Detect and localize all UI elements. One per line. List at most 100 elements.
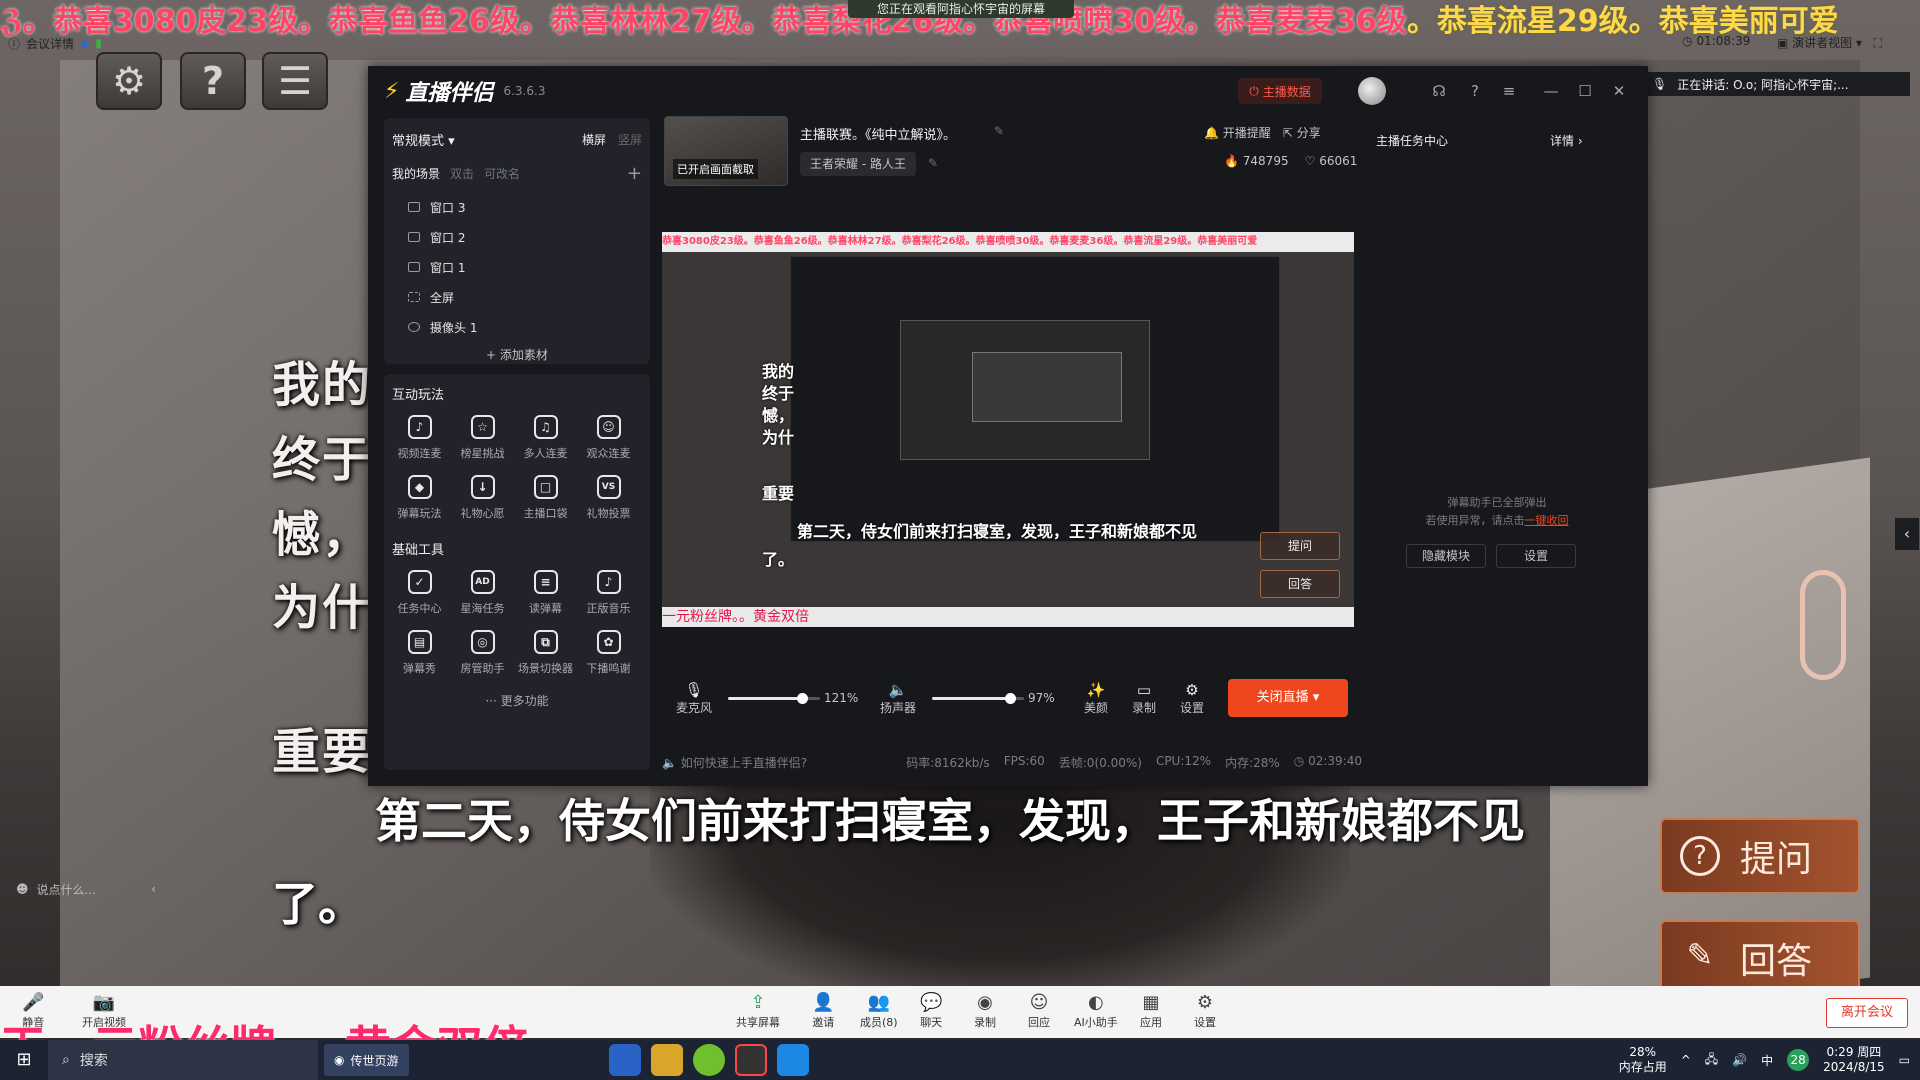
func-read-danmu[interactable]: ≡ 读弹幕: [514, 570, 577, 616]
func-gift-vote[interactable]: VS 礼物投票: [577, 475, 640, 521]
gear-icon: ⚙: [1196, 992, 1214, 1013]
func-rank-challenge[interactable]: ☆ 榜星挑战: [451, 415, 514, 461]
question-icon[interactable]: ?: [180, 52, 246, 110]
record-meeting-button[interactable]: ◉ 录制: [974, 992, 996, 1030]
func-gift-wish[interactable]: ↓ 礼物心愿: [451, 475, 514, 521]
share-screen-button[interactable]: ⇪ 共享屏幕: [736, 992, 780, 1030]
edit-icon[interactable]: ✎: [994, 124, 1004, 138]
scene-item[interactable]: 全屏: [408, 282, 650, 312]
danmu-settings-button[interactable]: 设置: [1496, 544, 1576, 568]
func-music[interactable]: ♪ 正版音乐: [577, 570, 640, 616]
record-button[interactable]: ▭ 录制: [1120, 681, 1168, 716]
scene-item[interactable]: 窗口 3: [408, 192, 650, 222]
avatar[interactable]: [1358, 77, 1386, 105]
taskbar-app-chuanshi[interactable]: ◉ 传世页游: [324, 1044, 409, 1076]
category-tag[interactable]: 王者荣耀 - 路人王: [800, 152, 916, 176]
settings-button[interactable]: ⚙ 设置: [1168, 681, 1216, 716]
func-host-pocket[interactable]: □ 主播口袋: [514, 475, 577, 521]
taskbar-app-icon[interactable]: [692, 1044, 725, 1076]
beauty-button[interactable]: ✨ 美颜: [1072, 681, 1120, 716]
ask-button[interactable]: ? 提问: [1660, 818, 1860, 894]
add-scene-icon[interactable]: +: [627, 163, 642, 184]
mic-control[interactable]: 🎙 麦克风: [664, 681, 724, 716]
start-remind-button[interactable]: 🔔 开播提醒: [1204, 124, 1271, 141]
taskbar-app-icon[interactable]: [776, 1044, 809, 1076]
func-audience-link[interactable]: ☺ 观众连麦: [577, 415, 640, 461]
more-functions-button[interactable]: ··· 更多功能: [384, 676, 650, 709]
portrait-toggle[interactable]: 竖屏: [618, 131, 642, 148]
edit-icon[interactable]: ✎: [928, 156, 938, 170]
func-video-link[interactable]: ♪ 视频连麦: [388, 415, 451, 461]
func-scene-switcher[interactable]: ⧉ 场景切换器: [514, 630, 577, 676]
meeting-details[interactable]: ⓘ 会议详情 ◆ ▮: [0, 32, 102, 54]
help-icon[interactable]: ?: [1464, 80, 1486, 102]
volume-icon[interactable]: 🔊: [1732, 1053, 1747, 1067]
mode-dropdown[interactable]: 常规模式 ▾: [392, 130, 570, 149]
minimize-icon[interactable]: —: [1540, 80, 1562, 102]
windows-start-icon[interactable]: ⊞: [0, 1040, 48, 1080]
expand-arrow-icon[interactable]: ‹: [1895, 518, 1919, 550]
cover-thumbnail[interactable]: 已开启画面截取: [664, 116, 788, 186]
meeting-settings-button[interactable]: ⚙ 设置: [1194, 992, 1216, 1030]
func-thanks[interactable]: ✿ 下播鸣谢: [577, 630, 640, 676]
answer-button[interactable]: ✎ 回答: [1660, 920, 1860, 996]
mic-volume-slider[interactable]: [728, 692, 820, 704]
close-icon[interactable]: ✕: [1608, 80, 1630, 102]
apps-button[interactable]: ▦ 应用: [1140, 992, 1162, 1030]
scene-item[interactable]: 窗口 2: [408, 222, 650, 252]
slider-knob[interactable]: [1005, 692, 1017, 704]
my-scenes-tab[interactable]: 我的场景: [392, 165, 440, 182]
ime-indicator[interactable]: 中: [1761, 1052, 1773, 1069]
guide-link[interactable]: 🔈 如何快速上手直播伴侣?: [662, 754, 906, 771]
func-label: 正版音乐: [586, 602, 631, 615]
collapse-icon[interactable]: ‹: [151, 882, 156, 896]
func-star-task[interactable]: AD 星海任务: [451, 570, 514, 616]
taskbar-app-icon[interactable]: [608, 1044, 641, 1076]
task-detail-link[interactable]: 详情 ›: [1550, 132, 1583, 149]
func-room-admin[interactable]: ◎ 房管助手: [451, 630, 514, 676]
notification-icon[interactable]: ▭: [1899, 1053, 1910, 1067]
taskbar-clock[interactable]: 0:29 周四 2024/8/15: [1823, 1045, 1885, 1075]
speaker-view-toggle[interactable]: ▣ 演讲者视图 ▾ ⛶: [1777, 34, 1882, 51]
taskbar-app-icon[interactable]: [734, 1044, 767, 1076]
ai-assistant-button[interactable]: ◐ AI小助手: [1074, 992, 1118, 1030]
task-panel: 主播任务中心 详情 › 弹幕助手已全部弹出 若使用异常，请点击一键收回 隐藏模块…: [1362, 116, 1632, 776]
scene-item[interactable]: 窗口 1: [408, 252, 650, 282]
recall-link[interactable]: 一键收回: [1525, 514, 1569, 527]
preview-text-line: 重要: [762, 484, 795, 503]
host-data-button[interactable]: ⏻ 主播数据: [1238, 78, 1322, 104]
leave-meeting-button[interactable]: 离开会议: [1826, 998, 1908, 1028]
add-source-button[interactable]: + 添加素材: [384, 346, 650, 363]
chat-input[interactable]: ☻ 说点什么... ‹: [16, 878, 156, 900]
taskbar-app-icon[interactable]: [650, 1044, 683, 1076]
headset-icon[interactable]: ☊: [1428, 80, 1450, 102]
func-task-center[interactable]: ✓ 任务中心: [388, 570, 451, 616]
func-danmu-show[interactable]: ▤ 弹幕秀: [388, 630, 451, 676]
landscape-toggle[interactable]: 横屏: [582, 131, 606, 148]
members-button[interactable]: 👥 成员(8): [860, 992, 898, 1030]
menu-icon[interactable]: ≡: [1498, 80, 1520, 102]
stream-preview[interactable]: 恭喜3080皮23级。恭喜鱼鱼26级。恭喜林林27级。恭喜梨花26级。恭喜喷喷3…: [662, 232, 1354, 627]
more-label: 更多功能: [500, 694, 549, 708]
share-button[interactable]: ⇱ 分享: [1283, 124, 1321, 141]
react-button[interactable]: ☺ 回应: [1028, 992, 1050, 1030]
gear-icon[interactable]: ⚙: [96, 52, 162, 110]
network-icon[interactable]: 🖧: [1705, 1050, 1718, 1071]
scene-item[interactable]: 摄像头 1: [408, 312, 650, 342]
slider-knob[interactable]: [796, 692, 808, 704]
taskbar-search[interactable]: ⌕ 搜索: [48, 1040, 318, 1080]
speaker-control[interactable]: 🔈 扬声器: [868, 681, 928, 716]
func-multi-link[interactable]: ♫ 多人连麦: [514, 415, 577, 461]
maximize-icon[interactable]: ☐: [1574, 80, 1596, 102]
tray-badge[interactable]: 28: [1787, 1049, 1810, 1071]
chat-button[interactable]: 💬 聊天: [920, 992, 942, 1030]
tray-expand-icon[interactable]: ^: [1681, 1053, 1691, 1067]
func-danmu-play[interactable]: ◆ 弹幕玩法: [388, 475, 451, 521]
invite-button[interactable]: 👤 邀请: [812, 992, 834, 1030]
speaker-volume-slider[interactable]: [932, 692, 1024, 704]
paperclip-icon: [1800, 570, 1846, 680]
list-icon[interactable]: ☰: [262, 52, 328, 110]
mem-usage: 内存:28%: [1225, 755, 1280, 770]
hide-module-button[interactable]: 隐藏模块: [1406, 544, 1486, 568]
stop-live-button[interactable]: 关闭直播 ▾: [1228, 679, 1348, 717]
